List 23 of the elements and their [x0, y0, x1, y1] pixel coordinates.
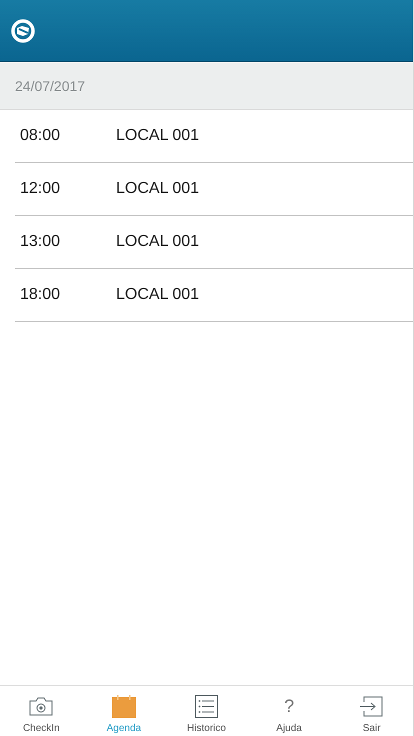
camera-icon: [29, 696, 54, 716]
time-label: 18:00: [19, 286, 62, 304]
nav-tab[interactable]: ? Ajuda: [248, 686, 330, 736]
exit-icon: [360, 696, 384, 716]
place-label: LOCAL 001: [116, 180, 200, 198]
place-label: LOCAL 001: [116, 127, 200, 145]
schedule-row[interactable]: 08:00 LOCAL 001: [15, 110, 413, 163]
nav-tab[interactable]: Historico: [165, 686, 248, 736]
time-label: 08:00: [19, 127, 62, 145]
time-label: 13:00: [19, 233, 62, 251]
schedule-row[interactable]: 12:00 LOCAL 001: [15, 163, 413, 216]
schedule-row[interactable]: 13:00 LOCAL 001: [15, 216, 413, 269]
date-label: 24/07/2017: [15, 78, 86, 94]
help-icon: ?: [284, 695, 294, 717]
place-label: LOCAL 001: [116, 233, 200, 251]
place-label: LOCAL 001: [116, 286, 200, 304]
nav-tab[interactable]: Sair: [330, 686, 413, 736]
time-label: 12:00: [19, 180, 62, 198]
schedule-row[interactable]: 18:00 LOCAL 001: [15, 269, 413, 322]
calendar-icon: [112, 694, 136, 718]
list-icon: [194, 694, 218, 718]
logo-icon: [11, 18, 35, 42]
nav-tab[interactable]: CheckIn: [0, 686, 83, 736]
